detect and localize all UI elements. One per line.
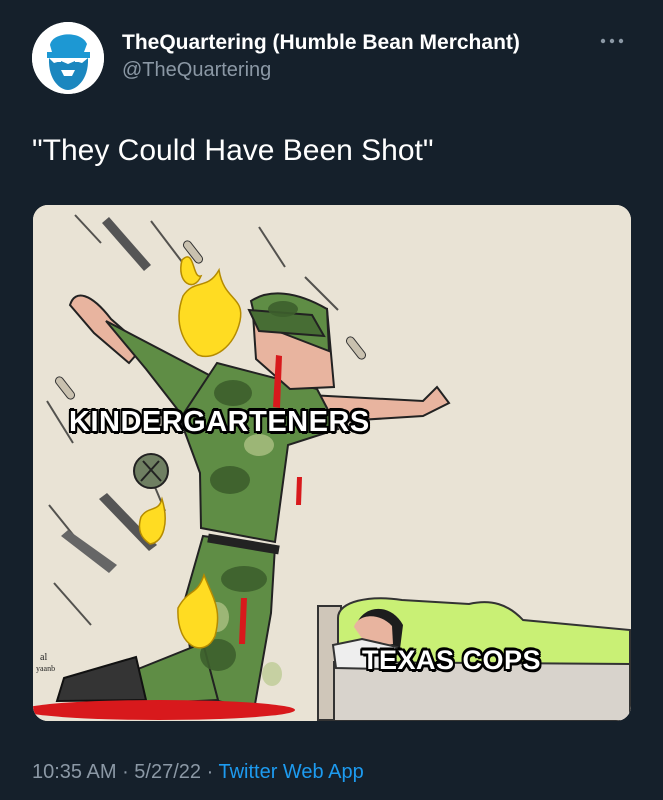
svg-text:yaanb: yaanb [36, 664, 55, 673]
more-horizontal-icon [600, 38, 624, 44]
tweet-text: "They Could Have Been Shot" [32, 134, 434, 167]
user-handle[interactable]: @TheQuartering [122, 57, 592, 83]
more-button[interactable] [595, 26, 629, 56]
tweet-source-link[interactable]: Twitter Web App [218, 761, 363, 783]
meme-caption-bottom: TEXAS COPS [362, 645, 542, 675]
meme-illustration: al yaanb [33, 205, 631, 721]
bearded-man-avatar-icon [32, 22, 104, 94]
svg-text:al: al [40, 652, 47, 663]
display-name[interactable]: TheQuartering (Humble Bean Merchant) [122, 30, 592, 56]
tweet-date[interactable]: 5/27/22 [134, 761, 201, 783]
tweet-time[interactable]: 10:35 AM [32, 761, 117, 783]
meta-separator: · [201, 761, 219, 783]
tweet-metadata: 10:35 AM · 5/27/22 · Twitter Web App [32, 759, 364, 785]
user-info: TheQuartering (Humble Bean Merchant) @Th… [122, 30, 592, 83]
avatar[interactable] [32, 22, 104, 94]
tweet-media[interactable]: al yaanb KINDERGARTENERS TEXAS COPS [33, 205, 631, 721]
meme-caption-top: KINDERGARTENERS [69, 406, 370, 438]
tweet-card: TheQuartering (Humble Bean Merchant) @Th… [0, 0, 663, 800]
meta-separator: · [116, 761, 135, 783]
